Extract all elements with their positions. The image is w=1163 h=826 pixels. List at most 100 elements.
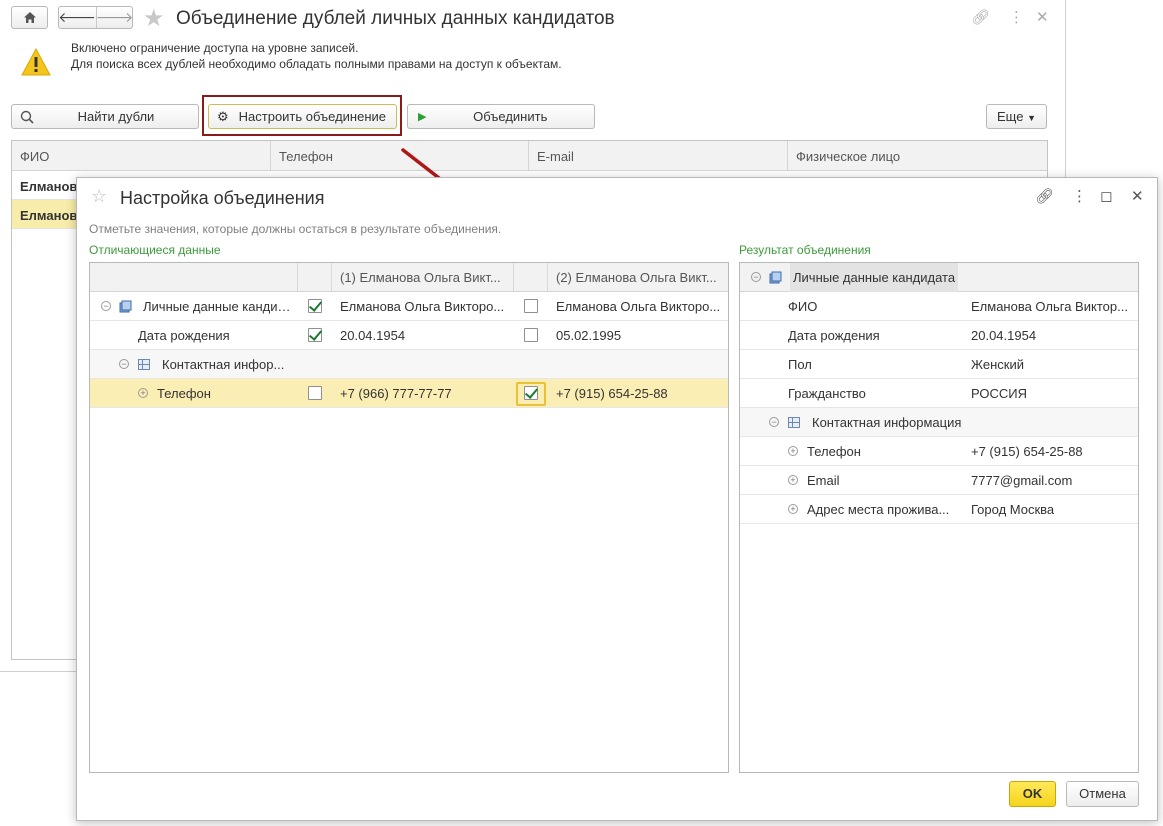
maximize-icon[interactable]: ◻ bbox=[1100, 187, 1112, 205]
row-value: +7 (915) 654-25-88 bbox=[971, 444, 1083, 459]
warning-line-1: Включено ограничение доступа на уровне з… bbox=[71, 41, 359, 55]
expand-icon[interactable]: + bbox=[788, 446, 798, 456]
column-header-variant-2[interactable]: (2) Елманова Ольга Викт... bbox=[556, 263, 724, 292]
title-bar: 🡐 🡒 ★ Объединение дублей личных данных к… bbox=[0, 0, 1066, 36]
checkbox-variant-1[interactable] bbox=[308, 299, 322, 313]
value-variant-1: +7 (966) 777-77-77 bbox=[340, 386, 452, 401]
home-icon bbox=[23, 12, 36, 23]
warning-icon bbox=[21, 48, 51, 76]
grid-row-birth-date[interactable]: Дата рождения 20.04.1954 05.02.1995 bbox=[90, 321, 728, 350]
result-row-email[interactable]: + Email 7777@gmail.com bbox=[740, 466, 1138, 495]
more-vertical-icon[interactable]: ⋮ bbox=[1072, 187, 1087, 205]
row-value: РОССИЯ bbox=[971, 386, 1028, 401]
page-title: Объединение дублей личных данных кандида… bbox=[176, 8, 615, 29]
row-label: Личные данные кандид... bbox=[143, 299, 293, 314]
checkbox-variant-2[interactable] bbox=[524, 328, 538, 342]
row-label: Пол bbox=[788, 357, 812, 372]
grid-header: (1) Елманова Ольга Викт... (2) Елманова … bbox=[90, 263, 728, 292]
navigation-buttons: 🡐 🡒 bbox=[58, 6, 133, 29]
row-label: Адрес места прожива... bbox=[807, 502, 950, 517]
gear-icon: ⚙ bbox=[217, 108, 229, 124]
more-vertical-icon[interactable]: ⋮ bbox=[1009, 8, 1024, 26]
result-row-gender[interactable]: Пол Женский bbox=[740, 350, 1138, 379]
warning-message: Включено ограничение доступа на уровне з… bbox=[71, 40, 562, 72]
checkbox-variant-1[interactable] bbox=[308, 328, 322, 342]
result-row-contact-info[interactable]: − Контактная информация bbox=[740, 408, 1138, 437]
differing-data-label: Отличающиеся данные bbox=[89, 243, 221, 257]
link-icon[interactable]: 🔗︎ bbox=[1035, 187, 1054, 205]
cancel-button[interactable]: Отмена bbox=[1066, 781, 1139, 807]
play-icon: ▶ bbox=[418, 111, 427, 123]
table-icon bbox=[788, 417, 800, 428]
row-label: Контактная информация bbox=[812, 415, 962, 430]
arrow-right-icon: 🡒 bbox=[95, 9, 134, 25]
collapse-icon[interactable]: − bbox=[769, 417, 779, 427]
grid-row-personal-data[interactable]: − Личные данные кандид... Елманова Ольга… bbox=[90, 292, 728, 321]
row-label: Контактная инфор... bbox=[162, 357, 285, 372]
expand-icon[interactable]: + bbox=[788, 504, 798, 514]
link-icon[interactable]: 🔗︎ bbox=[971, 8, 990, 26]
more-label: Еще ▼ bbox=[987, 109, 1046, 124]
forward-button[interactable]: 🡒 bbox=[95, 7, 134, 28]
column-header-email[interactable]: E-mail bbox=[529, 141, 788, 170]
dialog-title: Настройка объединения bbox=[120, 188, 325, 208]
table-row[interactable]: Елманова bbox=[12, 171, 78, 200]
home-button[interactable] bbox=[11, 6, 48, 29]
column-header-variant-1[interactable]: (1) Елманова Ольга Викт... bbox=[340, 263, 505, 292]
row-value: Женский bbox=[971, 357, 1024, 372]
row-label: Гражданство bbox=[788, 386, 866, 401]
find-duplicates-button[interactable]: Найти дубли bbox=[11, 104, 199, 129]
result-row-address[interactable]: + Адрес места прожива... Город Москва bbox=[740, 495, 1138, 524]
arrow-left-icon: 🡐 bbox=[58, 9, 96, 25]
merge-button[interactable]: ▶ Объединить bbox=[407, 104, 595, 129]
column-header-person[interactable]: Физическое лицо bbox=[788, 141, 1047, 170]
collapse-icon[interactable]: − bbox=[119, 359, 129, 369]
table-row-selected[interactable]: Елманова bbox=[12, 200, 78, 229]
collapse-icon[interactable]: − bbox=[101, 301, 111, 311]
dialog-hint: Отметьте значения, которые должны остать… bbox=[89, 222, 502, 236]
row-label: Телефон bbox=[157, 386, 211, 401]
result-row-citizenship[interactable]: Гражданство РОССИЯ bbox=[740, 379, 1138, 408]
value-variant-1: 20.04.1954 bbox=[340, 328, 406, 343]
checkbox-variant-2[interactable] bbox=[524, 386, 538, 400]
favorite-star-icon[interactable]: ☆ bbox=[91, 186, 107, 207]
row-label: Телефон bbox=[807, 444, 861, 459]
grid-row-contact-info[interactable]: − Контактная инфор... bbox=[90, 350, 728, 379]
close-icon[interactable]: ✕ bbox=[1036, 8, 1049, 26]
column-header-fio[interactable]: ФИО bbox=[12, 141, 271, 170]
differing-data-grid: (1) Елманова Ольга Викт... (2) Елманова … bbox=[89, 262, 729, 773]
result-row-birth-date[interactable]: Дата рождения 20.04.1954 bbox=[740, 321, 1138, 350]
merge-result-label: Результат объединения bbox=[739, 243, 871, 257]
row-value: Город Москва bbox=[971, 502, 1055, 517]
root-label: Личные данные кандидата bbox=[790, 263, 958, 292]
favorite-star-icon[interactable]: ★ bbox=[143, 4, 165, 33]
find-duplicates-label: Найти дубли bbox=[77, 109, 155, 124]
setup-merge-label: Настроить объединение bbox=[238, 109, 387, 124]
result-row-fio[interactable]: ФИО Елманова Ольга Виктор... bbox=[740, 292, 1138, 321]
dropdown-caret-icon: ▼ bbox=[1027, 113, 1036, 123]
warning-line-2: Для поиска всех дублей необходимо облада… bbox=[71, 57, 562, 71]
ok-button[interactable]: OK bbox=[1009, 781, 1056, 807]
close-icon[interactable]: ✕ bbox=[1131, 187, 1144, 205]
value-variant-2: +7 (915) 654-25-88 bbox=[556, 386, 668, 401]
catalog-object-icon bbox=[769, 271, 782, 284]
expand-icon[interactable]: + bbox=[788, 475, 798, 485]
grid-row-phone[interactable]: + Телефон +7 (966) 777-77-77 +7 (915) 65… bbox=[90, 379, 728, 408]
result-row-phone[interactable]: + Телефон +7 (915) 654-25-88 bbox=[740, 437, 1138, 466]
row-value: Елманова Ольга Виктор... bbox=[971, 299, 1128, 314]
more-text: Еще bbox=[997, 109, 1024, 124]
checkbox-variant-2[interactable] bbox=[524, 299, 538, 313]
merge-result-grid: − Личные данные кандидата ФИО Елманова О… bbox=[739, 262, 1139, 773]
row-label: Дата рождения bbox=[138, 328, 230, 343]
grid-row-root[interactable]: − Личные данные кандидата bbox=[740, 263, 1138, 292]
search-icon bbox=[20, 110, 34, 124]
row-label: Email bbox=[807, 473, 840, 488]
expand-icon[interactable]: + bbox=[138, 388, 148, 398]
checkbox-variant-1[interactable] bbox=[308, 386, 322, 400]
collapse-icon[interactable]: − bbox=[751, 272, 761, 282]
back-button[interactable]: 🡐 bbox=[58, 7, 96, 28]
table-header: ФИО Телефон E-mail Физическое лицо bbox=[12, 141, 1047, 171]
catalog-object-icon bbox=[119, 300, 132, 313]
more-button[interactable]: Еще ▼ bbox=[986, 104, 1047, 129]
setup-merge-button[interactable]: ⚙ Настроить объединение bbox=[208, 104, 397, 129]
